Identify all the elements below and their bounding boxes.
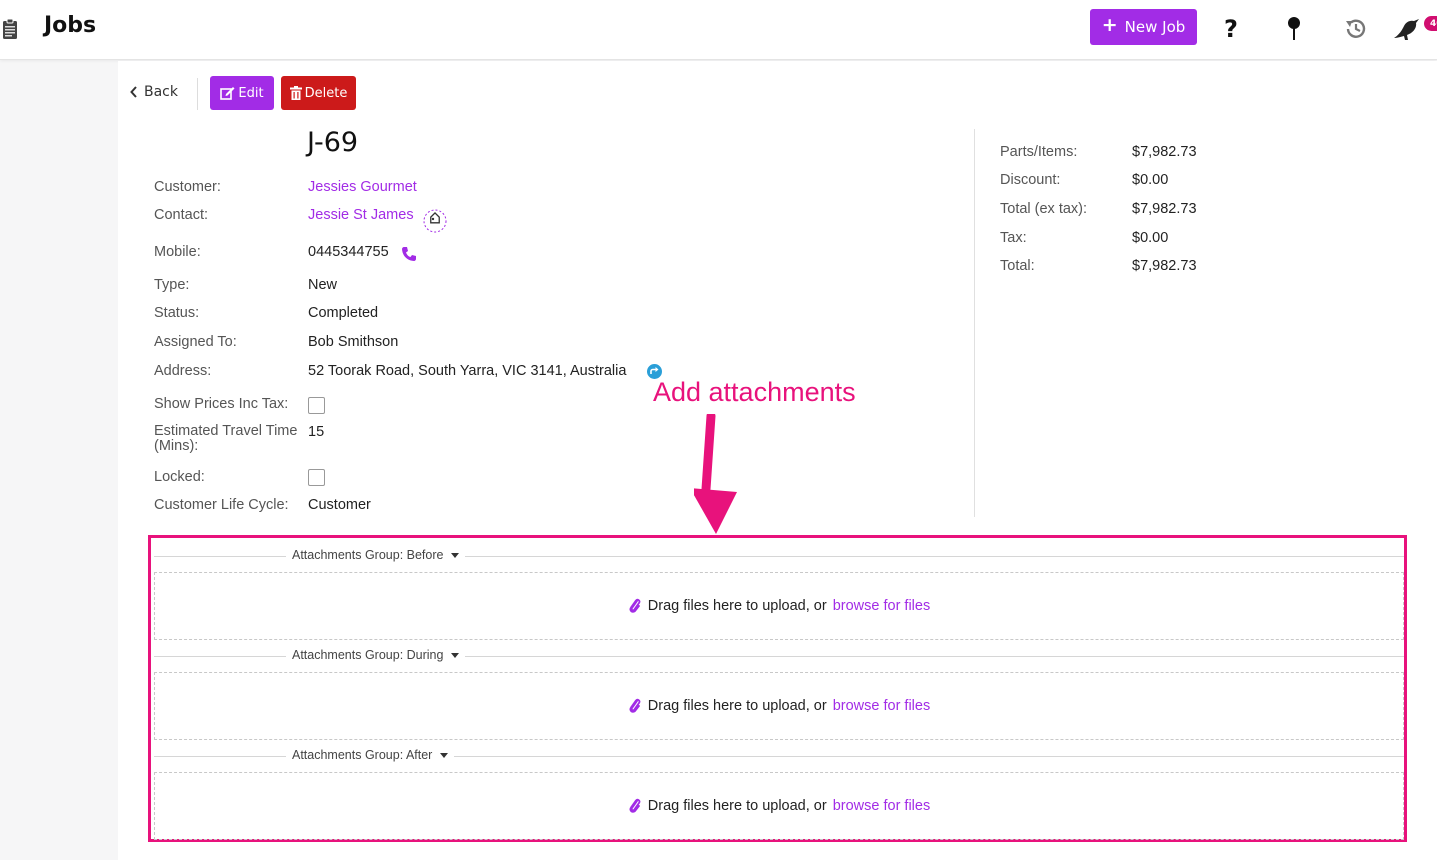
- clipboard-icon: [2, 18, 18, 44]
- edit-icon: [220, 87, 235, 100]
- caret-down-icon: [451, 552, 460, 558]
- drop-text: Drag files here to upload, or: [647, 798, 827, 814]
- type-label: Type:: [154, 277, 190, 293]
- new-job-button[interactable]: + New Job: [1090, 9, 1197, 45]
- tag-icon[interactable]: [422, 208, 448, 238]
- address-value: 52 Toorak Road, South Yarra, VIC 3141, A…: [308, 363, 627, 379]
- travel-time-label-line1: Estimated Travel Time: [154, 423, 298, 439]
- contact-link[interactable]: Jessie St James: [308, 207, 414, 223]
- assigned-label: Assigned To:: [154, 334, 237, 350]
- contact-label: Contact:: [154, 207, 208, 223]
- toolbar-divider: [197, 78, 198, 110]
- chevron-left-icon: [130, 86, 137, 98]
- total-ex-tax-label: Total (ex tax):: [1000, 201, 1088, 217]
- locked-checkbox[interactable]: [308, 469, 325, 486]
- discount-label: Discount:: [1000, 172, 1061, 188]
- status-label: Status:: [154, 305, 200, 321]
- attachments-group-before-header: Attachments Group: Before: [154, 546, 1404, 566]
- page-title: Jobs: [44, 13, 97, 38]
- delete-label: Delete: [304, 85, 348, 101]
- dropzone-during[interactable]: Drag files here to upload, or browse for…: [154, 672, 1404, 740]
- group-before-label: Attachments Group: Before: [292, 548, 444, 562]
- top-bar: Jobs + New Job ? 40: [0, 0, 1437, 60]
- customer-label: Customer:: [154, 179, 221, 195]
- attachments-group-during-header: Attachments Group: During: [154, 646, 1404, 666]
- back-button[interactable]: Back: [130, 84, 178, 100]
- total-value: $7,982.73: [1132, 258, 1197, 274]
- type-value: New: [308, 277, 338, 293]
- drop-text: Drag files here to upload, or: [647, 598, 827, 614]
- show-prices-label: Show Prices Inc Tax:: [154, 396, 289, 412]
- browse-files-link[interactable]: browse for files: [833, 598, 931, 614]
- total-label: Total:: [1000, 258, 1035, 274]
- new-job-label: New Job: [1124, 18, 1186, 36]
- status-value: Completed: [308, 305, 379, 321]
- address-label: Address:: [154, 363, 212, 379]
- attachments-group-after-header: Attachments Group: After: [154, 746, 1404, 766]
- notification-badge: 40: [1424, 16, 1437, 31]
- annotation-arrow-icon: [694, 414, 737, 534]
- group-during-dropdown[interactable]: Attachments Group: During: [286, 648, 466, 662]
- drop-text: Drag files here to upload, or: [647, 698, 827, 714]
- total-ex-tax-value: $7,982.73: [1132, 201, 1197, 217]
- paperclip-icon: [629, 698, 641, 713]
- parts-label: Parts/Items:: [1000, 144, 1078, 160]
- delete-button[interactable]: Delete: [281, 76, 356, 110]
- dropzone-before[interactable]: Drag files here to upload, or browse for…: [154, 572, 1404, 640]
- history-icon[interactable]: [1341, 14, 1371, 44]
- group-after-label: Attachments Group: After: [292, 748, 433, 762]
- mobile-label: Mobile:: [154, 244, 201, 260]
- customer-link[interactable]: Jessies Gourmet: [308, 179, 417, 195]
- tax-value: $0.00: [1132, 230, 1169, 246]
- trash-icon: [289, 86, 302, 100]
- group-during-label: Attachments Group: During: [292, 648, 444, 662]
- lifecycle-label: Customer Life Cycle:: [154, 497, 289, 513]
- mobile-value: 0445344755: [308, 244, 389, 260]
- column-divider: [974, 129, 975, 517]
- parts-value: $7,982.73: [1132, 144, 1197, 160]
- assigned-value: Bob Smithson: [308, 334, 399, 350]
- paperclip-icon: [629, 798, 641, 813]
- group-before-dropdown[interactable]: Attachments Group: Before: [286, 548, 466, 562]
- annotation-text: Add attachments: [653, 377, 856, 407]
- tax-label: Tax:: [1000, 230, 1027, 246]
- browse-files-link[interactable]: browse for files: [833, 798, 931, 814]
- back-label: Back: [144, 84, 178, 100]
- browse-files-link[interactable]: browse for files: [833, 698, 931, 714]
- job-number: J-69: [307, 127, 359, 158]
- dropzone-after[interactable]: Drag files here to upload, or browse for…: [154, 772, 1404, 840]
- phone-icon[interactable]: [401, 246, 417, 266]
- caret-down-icon: [440, 752, 449, 758]
- plus-icon: +: [1101, 14, 1118, 36]
- bird-icon[interactable]: [1392, 14, 1422, 44]
- lifecycle-value: Customer: [308, 497, 371, 513]
- travel-time-label: Estimated Travel Time (Mins):: [154, 424, 297, 454]
- travel-time-label-line2: (Mins):: [154, 438, 199, 454]
- help-icon[interactable]: ?: [1216, 14, 1246, 44]
- discount-value: $0.00: [1132, 172, 1169, 188]
- travel-time-value: 15: [308, 424, 325, 440]
- group-after-dropdown[interactable]: Attachments Group: After: [286, 748, 455, 762]
- edit-label: Edit: [238, 85, 264, 101]
- caret-down-icon: [451, 652, 460, 658]
- show-prices-checkbox[interactable]: [308, 397, 325, 414]
- pin-icon[interactable]: [1279, 14, 1309, 44]
- edit-button[interactable]: Edit: [210, 76, 274, 110]
- locked-label: Locked:: [154, 469, 205, 485]
- paperclip-icon: [629, 598, 641, 613]
